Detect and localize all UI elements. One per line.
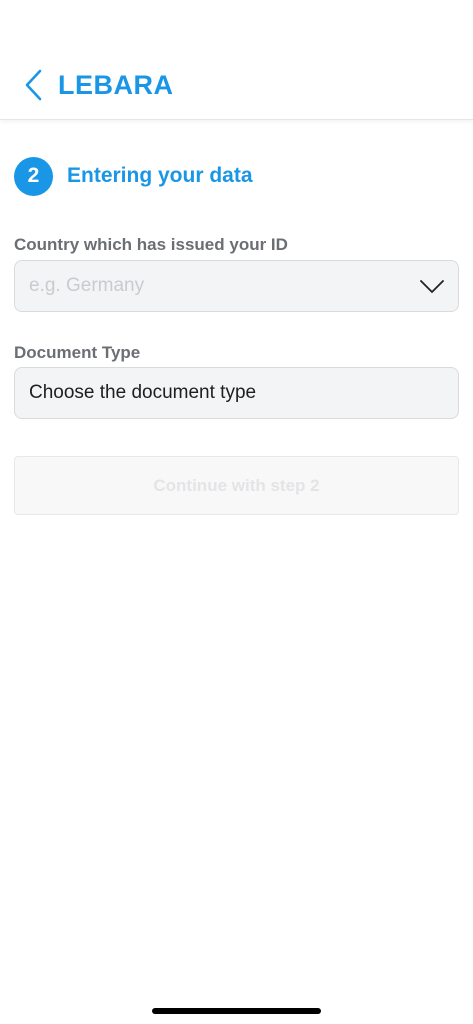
document-type-value: Choose the document type	[29, 382, 257, 403]
country-select[interactable]: e.g. Germany	[14, 260, 459, 312]
home-indicator[interactable]	[152, 1008, 321, 1014]
document-type-label: Document Type	[14, 343, 141, 362]
document-type-select[interactable]: Choose the document type	[14, 367, 459, 419]
step-title: Entering your data	[67, 164, 253, 187]
chevron-down-icon	[420, 275, 444, 299]
country-placeholder: e.g. Germany	[29, 275, 145, 296]
continue-button[interactable]: Continue with step 2	[14, 456, 459, 515]
navigation-bar: LEBARA	[0, 0, 473, 120]
step-number-badge: 2	[14, 156, 53, 196]
chevron-left-icon	[25, 69, 42, 101]
screen: LEBARA 2 Entering your data Country whic…	[0, 0, 473, 1024]
step-header: 2 Entering your data	[14, 156, 253, 196]
country-label: Country which has issued your ID	[14, 235, 288, 254]
back-button[interactable]	[20, 68, 48, 102]
brand-logo: LEBARA	[58, 70, 174, 100]
